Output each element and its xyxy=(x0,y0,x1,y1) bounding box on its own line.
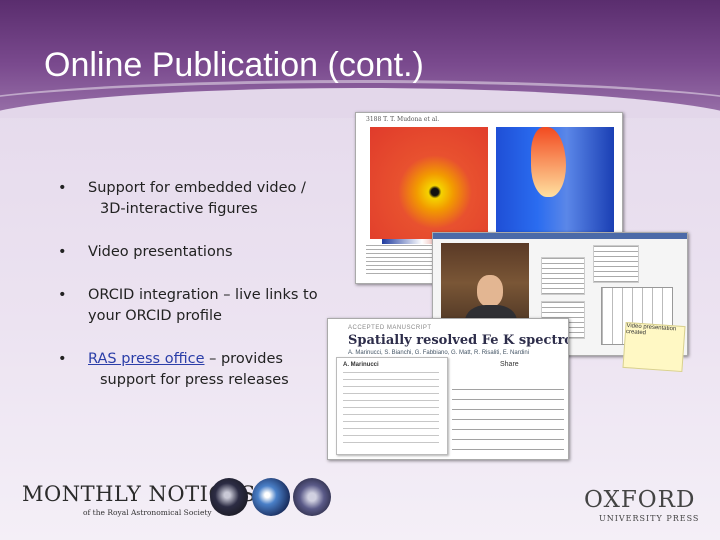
annotation-bubble xyxy=(593,245,639,283)
share-button[interactable]: Share xyxy=(500,361,519,368)
bullet-line: ORCID integration – live links to xyxy=(88,287,318,303)
mnras-subtitle: of the Royal Astronomical Society xyxy=(83,508,212,517)
bullet-item-orcid: • ORCID integration – live links to your… xyxy=(58,285,328,327)
ras-press-office-link[interactable]: RAS press office xyxy=(88,351,205,367)
bullet-item-video-presentations: • Video presentations xyxy=(58,242,328,263)
bullet-dot-icon: • xyxy=(58,244,67,260)
annotation-bubble xyxy=(541,257,585,295)
bullet-list: • Support for embedded video / 3D-intera… xyxy=(58,178,328,413)
presenter-face xyxy=(477,275,503,307)
oup-logo: OXFORD xyxy=(584,487,696,513)
bullet-line: Support for embedded video / xyxy=(88,180,306,196)
manuscript-title: Spatially resolved Fe K spectroscopy of xyxy=(348,333,568,348)
orcid-author-card[interactable]: A. Marinucci xyxy=(336,357,448,455)
author-card-name: A. Marinucci xyxy=(343,362,379,368)
manuscript-abstract xyxy=(452,389,564,455)
bullet-line-continued: support for press releases xyxy=(100,372,289,388)
author-card-details xyxy=(343,372,439,448)
manuscript-authors: A. Marinucci, S. Bianchi, G. Fabbiano, G… xyxy=(348,350,530,356)
video-page-header-bar xyxy=(433,233,687,239)
bullet-dot-icon: • xyxy=(58,180,67,196)
bullet-item-press-office: • RAS press office – provides support fo… xyxy=(58,349,328,391)
oup-subtitle: UNIVERSITY PRESS xyxy=(599,514,700,523)
bullet-dot-icon: • xyxy=(58,351,67,367)
bullet-item-embedded-video: • Support for embedded video / 3D-intera… xyxy=(58,178,328,220)
bullet-line-continued: your ORCID profile xyxy=(88,308,222,324)
sticky-note: Video presentation created xyxy=(622,321,686,373)
galaxy-image xyxy=(252,478,290,516)
bullet-line: Video presentations xyxy=(88,244,233,260)
simulation-map-left xyxy=(370,127,488,239)
bullet-line: – provides xyxy=(204,351,283,367)
accepted-manuscript-screenshot: ACCEPTED MANUSCRIPT Spatially resolved F… xyxy=(327,318,569,460)
slide-title: Online Publication (cont.) xyxy=(44,46,424,84)
galaxy-image xyxy=(293,478,331,516)
slide-background: Online Publication (cont.) • Support for… xyxy=(0,0,720,540)
manuscript-label: ACCEPTED MANUSCRIPT xyxy=(348,325,432,331)
article-running-header: 3188 T. T. Mudona et al. xyxy=(366,116,440,123)
galaxy-image xyxy=(210,478,248,516)
bullet-line-continued: 3D-interactive figures xyxy=(100,201,258,217)
bullet-dot-icon: • xyxy=(58,287,67,303)
